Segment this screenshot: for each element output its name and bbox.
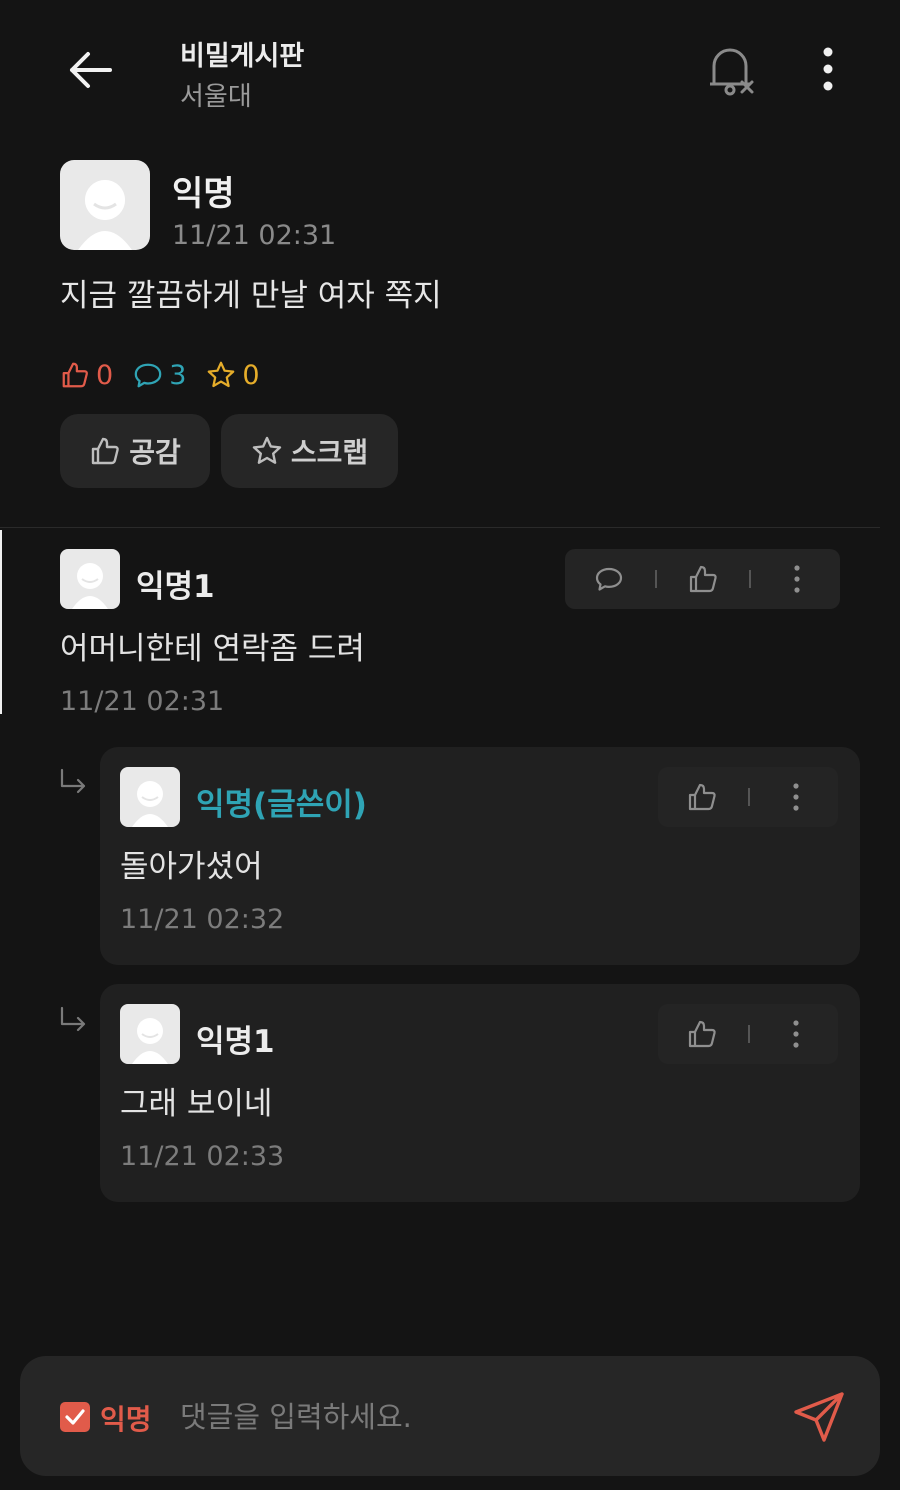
bell-off-icon[interactable] — [700, 40, 762, 100]
scrap-count: 0 — [206, 359, 260, 391]
reply-arrow-icon — [60, 768, 86, 794]
avatar — [60, 549, 120, 609]
reply-more-button[interactable] — [766, 767, 826, 827]
comment-input[interactable] — [180, 1392, 760, 1442]
send-icon[interactable] — [790, 1388, 848, 1446]
comment-count: 3 — [133, 360, 186, 391]
star-icon — [208, 361, 235, 388]
back-arrow-icon[interactable] — [62, 46, 116, 94]
checkbox-checked-icon — [65, 1409, 85, 1425]
reply-body: 돌아가셨어 — [120, 849, 263, 885]
reply-author: 익명1 — [196, 1024, 275, 1060]
scrap-button-label: 스크랩 — [290, 436, 369, 469]
anonymous-label: 익명 — [100, 1403, 152, 1436]
more-vertical-icon — [794, 565, 800, 593]
post-stats: 0 3 0 — [60, 356, 280, 394]
comment-like-button[interactable] — [673, 549, 733, 609]
thumbs-up-icon — [689, 565, 717, 593]
anonymous-checkbox[interactable] — [60, 1402, 90, 1432]
separator — [749, 570, 751, 588]
reply-card: 익명1 그래 보이네 11/21 02:33 — [100, 984, 860, 1202]
more-vertical-icon — [793, 783, 799, 811]
scrap-count-value: 0 — [242, 359, 260, 391]
like-button[interactable]: 공감 — [60, 414, 210, 488]
like-count-value: 0 — [96, 359, 114, 391]
like-button-label: 공감 — [129, 436, 181, 469]
avatar — [120, 1004, 180, 1064]
comment-more-button[interactable] — [767, 549, 827, 609]
post-body: 지금 깔끔하게 만날 여자 쪽지 — [60, 278, 442, 314]
reply-card: 익명(글쓴이) 돌아가셨어 11/21 02:32 — [100, 747, 860, 965]
thumbs-up-icon — [62, 362, 88, 388]
comment-input-bar: 익명 — [20, 1356, 880, 1476]
reply-body: 그래 보이네 — [120, 1086, 273, 1122]
reply-actions — [658, 1004, 838, 1064]
avatar — [60, 160, 150, 250]
speech-bubble-icon — [134, 363, 162, 388]
divider — [0, 527, 880, 528]
separator — [748, 1025, 750, 1043]
separator — [655, 570, 657, 588]
school-name: 서울대 — [180, 82, 252, 112]
post-author: 익명 — [172, 174, 235, 214]
reply-arrow-icon — [60, 1006, 86, 1032]
avatar — [120, 767, 180, 827]
comment-highlight-bar — [0, 530, 2, 714]
scrap-button[interactable]: 스크랩 — [221, 414, 398, 488]
thumbs-up-icon — [92, 437, 120, 465]
comment-author: 익명1 — [136, 569, 215, 605]
separator — [748, 788, 750, 806]
comment-body: 어머니한테 연락좀 드려 — [60, 631, 365, 667]
board-title: 비밀게시판 — [180, 41, 305, 72]
comment-count-value: 3 — [169, 359, 187, 391]
reply-author: 익명(글쓴이) — [196, 787, 367, 823]
star-icon — [252, 436, 282, 464]
reply-time: 11/21 02:32 — [120, 904, 285, 935]
thumbs-up-icon — [688, 1020, 716, 1048]
app-header: 비밀게시판 서울대 — [0, 0, 900, 130]
reply-time: 11/21 02:33 — [120, 1141, 285, 1172]
post-time: 11/21 02:31 — [172, 220, 337, 251]
reply-like-button[interactable] — [672, 1004, 732, 1064]
reply-button[interactable] — [579, 549, 639, 609]
thumbs-up-icon — [688, 783, 716, 811]
comment-time: 11/21 02:31 — [60, 686, 225, 717]
comment-actions — [565, 549, 840, 609]
more-vertical-icon[interactable] — [808, 44, 848, 94]
reply-actions — [658, 767, 838, 827]
reply-more-button[interactable] — [766, 1004, 826, 1064]
like-count: 0 — [60, 360, 113, 391]
reply-like-button[interactable] — [672, 767, 732, 827]
more-vertical-icon — [793, 1020, 799, 1048]
speech-bubble-icon — [595, 567, 623, 591]
